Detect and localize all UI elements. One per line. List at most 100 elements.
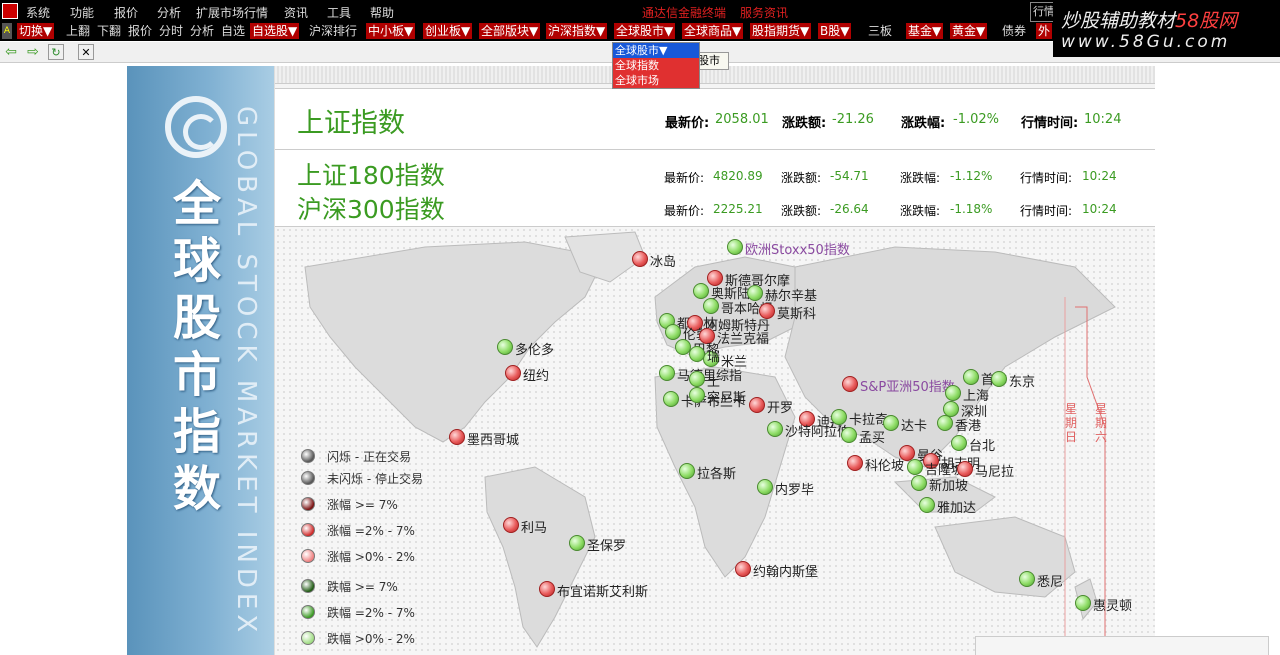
toolbar-analysis[interactable]: 分析 (188, 23, 216, 39)
city-marker-dot[interactable] (693, 283, 709, 299)
city-label[interactable]: 沙特阿拉伯 (785, 421, 850, 440)
city-marker-dot[interactable] (659, 365, 675, 381)
index-name-csi300[interactable]: 沪深300指数 (297, 190, 445, 226)
toolbar-index[interactable]: 沪深指数▼ (546, 23, 608, 39)
toolbar-global-stocks[interactable]: 全球股市▼ (614, 23, 676, 39)
toolbar-third-board[interactable]: 三板 (866, 23, 894, 39)
toolbar-page-up[interactable]: 上翻 (64, 23, 92, 39)
menu-notice-terminal[interactable]: 通达信金融终端 (642, 4, 726, 21)
city-marker-dot[interactable] (1019, 571, 1035, 587)
menu-news[interactable]: 资讯 (284, 4, 308, 21)
toolbar-bonds[interactable]: 债券 (1000, 23, 1028, 39)
toolbar-index-futures[interactable]: 股指期货▼ (750, 23, 812, 39)
toolbar-sme-board[interactable]: 中小板▼ (366, 23, 416, 39)
app-logo-icon[interactable] (2, 3, 18, 19)
city-label[interactable]: S&P亚洲50指数 (860, 376, 955, 395)
city-label[interactable]: 科伦坡 (865, 455, 904, 474)
toolbar-gem-board[interactable]: 创业板▼ (423, 23, 473, 39)
city-label[interactable]: 卡拉奇 (849, 409, 888, 428)
toolbar-ranking[interactable]: 沪深排行 (307, 23, 359, 39)
city-label[interactable]: 墨西哥城 (467, 429, 519, 448)
toolbar-global-commodities[interactable]: 全球商品▼ (682, 23, 744, 39)
city-marker-dot[interactable] (503, 517, 519, 533)
city-label[interactable]: 莫斯科 (777, 303, 816, 322)
city-marker-dot[interactable] (937, 415, 953, 431)
menu-system[interactable]: 系统 (26, 4, 50, 21)
dropdown-item-global-market[interactable]: 全球市场 (613, 73, 699, 88)
close-icon[interactable]: ✕ (78, 44, 94, 60)
city-marker-dot[interactable] (847, 455, 863, 471)
toolbar-all-sectors[interactable]: 全部版块▼ (479, 23, 541, 39)
toolbar-a-icon[interactable]: A (2, 23, 12, 39)
refresh-icon[interactable]: ↻ (48, 44, 64, 60)
menu-tools[interactable]: 工具 (327, 4, 351, 21)
city-marker-dot[interactable] (907, 459, 923, 475)
city-label[interactable]: 内罗毕 (775, 479, 814, 498)
dropdown-header[interactable]: 全球股市▼ (613, 43, 699, 58)
index-name-sse180[interactable]: 上证180指数 (297, 156, 445, 192)
index-row-sse[interactable]: 上证指数 最新价: 2058.01 涨跌额: -21.26 涨跌幅: -1.02… (275, 88, 1155, 150)
toolbar-watchlist-stocks[interactable]: 自选股▼ (250, 23, 300, 39)
city-marker-dot[interactable] (505, 365, 521, 381)
city-label[interactable]: 突尼斯 (707, 387, 746, 406)
city-label[interactable]: 圣保罗 (587, 535, 626, 554)
city-marker-dot[interactable] (841, 427, 857, 443)
city-label[interactable]: 瑞 (707, 346, 720, 365)
city-label[interactable]: 约翰内斯堡 (753, 561, 818, 580)
city-marker-dot[interactable] (727, 239, 743, 255)
city-marker-dot[interactable] (945, 385, 961, 401)
city-marker-dot[interactable] (703, 298, 719, 314)
city-label[interactable]: 孟买 (859, 427, 885, 446)
city-label[interactable]: 法兰克福 (717, 328, 769, 347)
toolbar-page-down[interactable]: 下翻 (95, 23, 123, 39)
city-marker-dot[interactable] (735, 561, 751, 577)
menu-quote[interactable]: 报价 (114, 4, 138, 21)
menu-function[interactable]: 功能 (70, 4, 94, 21)
city-marker-dot[interactable] (539, 581, 555, 597)
city-marker-dot[interactable] (757, 479, 773, 495)
city-label[interactable]: 利马 (521, 517, 547, 536)
toolbar-intraday[interactable]: 分时 (157, 23, 185, 39)
city-marker-dot[interactable] (1075, 595, 1091, 611)
city-label[interactable]: 多伦多 (515, 339, 554, 358)
city-label[interactable]: 布宜诺斯艾利斯 (557, 581, 648, 600)
back-arrow-icon[interactable]: ⇦ (3, 44, 19, 60)
city-label[interactable]: 拉各斯 (697, 463, 736, 482)
city-label[interactable]: 达卡 (901, 415, 927, 434)
city-label[interactable]: 东京 (1009, 371, 1035, 390)
city-marker-dot[interactable] (689, 346, 705, 362)
toolbar-switch[interactable]: 切换▼ (17, 23, 55, 39)
city-marker-dot[interactable] (632, 251, 648, 267)
city-marker-dot[interactable] (569, 535, 585, 551)
city-marker-dot[interactable] (842, 376, 858, 392)
city-marker-dot[interactable] (883, 415, 899, 431)
menu-notice-service[interactable]: 服务资讯 (740, 4, 788, 21)
toolbar-foreign[interactable]: 外 (1036, 23, 1053, 39)
city-marker-dot[interactable] (963, 369, 979, 385)
city-marker-dot[interactable] (951, 435, 967, 451)
city-label[interactable]: 纽约 (523, 365, 549, 384)
city-label[interactable]: 香港 (955, 415, 981, 434)
city-label[interactable]: 马尼拉 (975, 461, 1014, 480)
city-marker-dot[interactable] (749, 397, 765, 413)
city-marker-dot[interactable] (663, 391, 679, 407)
city-label[interactable]: 冰岛 (650, 251, 676, 270)
forward-arrow-icon[interactable]: ⇨ (25, 44, 41, 60)
city-label[interactable]: 悉尼 (1037, 571, 1063, 590)
city-marker-dot[interactable] (449, 429, 465, 445)
toolbar-b-shares[interactable]: B股▼ (818, 23, 852, 39)
toolbar-watchlist[interactable]: 自选 (219, 23, 247, 39)
city-label[interactable]: 惠灵顿 (1093, 595, 1132, 614)
city-marker-dot[interactable] (689, 371, 705, 387)
city-marker-dot[interactable] (689, 387, 705, 403)
city-marker-dot[interactable] (497, 339, 513, 355)
city-marker-dot[interactable] (911, 475, 927, 491)
city-label[interactable]: 欧洲Stoxx50指数 (745, 239, 850, 258)
city-marker-dot[interactable] (679, 463, 695, 479)
city-label[interactable]: 开罗 (767, 397, 793, 416)
menu-help[interactable]: 帮助 (370, 4, 394, 21)
toolbar-gold[interactable]: 黄金▼ (950, 23, 988, 39)
menu-extended-market[interactable]: 扩展市场行情 (196, 4, 268, 21)
city-label[interactable]: 新加坡 (929, 475, 968, 494)
city-marker-dot[interactable] (919, 497, 935, 513)
